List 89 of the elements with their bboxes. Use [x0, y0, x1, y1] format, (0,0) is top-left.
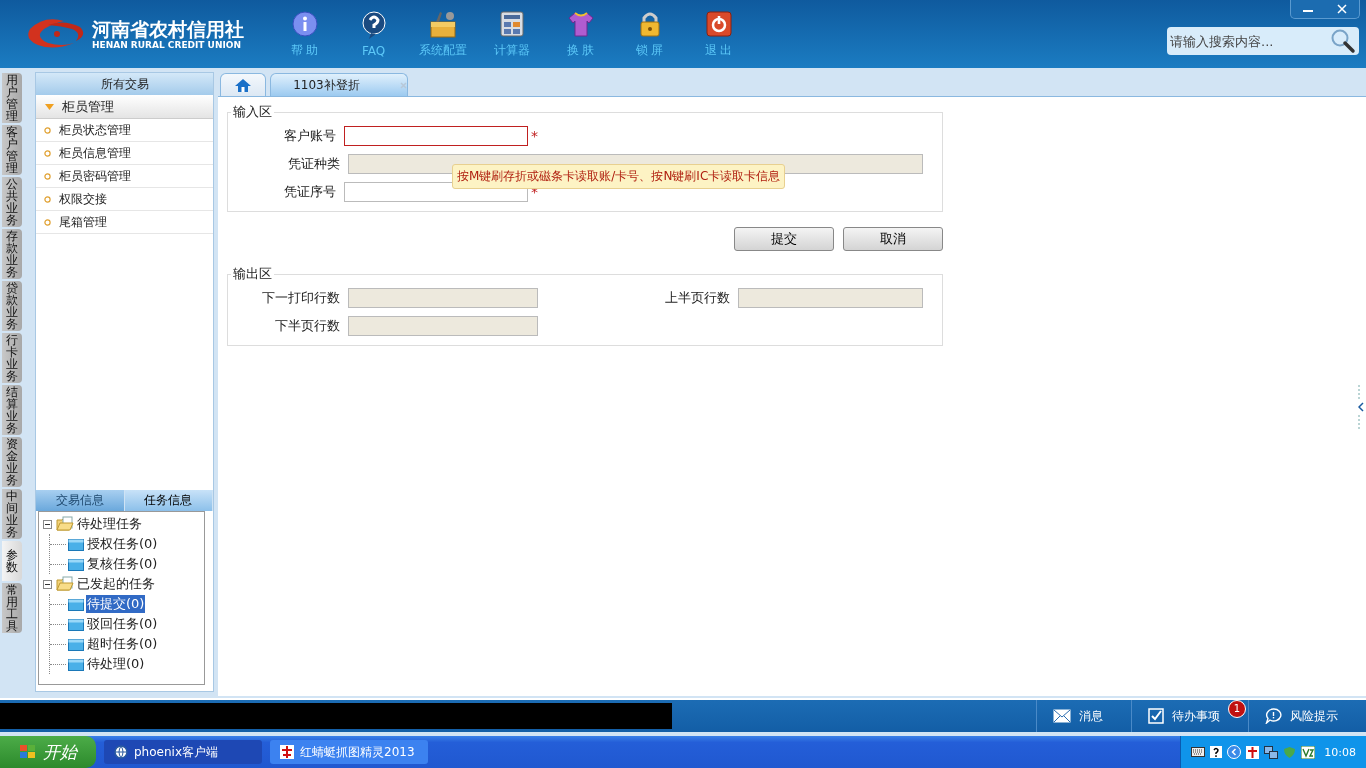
- menu-item[interactable]: 尾箱管理: [59, 213, 107, 231]
- tree-item[interactable]: 待处理(0): [86, 655, 146, 673]
- clock: 10:08: [1324, 745, 1356, 759]
- status-button[interactable]: 待办事项 1: [1131, 700, 1248, 732]
- side-tab[interactable]: 资金业务: [2, 437, 22, 487]
- side-tab[interactable]: 常用工具: [2, 583, 22, 633]
- menu-group[interactable]: 柜员管理: [36, 95, 213, 119]
- panel-tab[interactable]: 任务信息: [124, 490, 213, 511]
- folder-icon: [68, 537, 84, 551]
- tooltip: 按M键刷存折或磁条卡读取账/卡号、按N键刷IC卡读取卡信息: [452, 164, 786, 189]
- count-badge: 1: [1228, 700, 1246, 718]
- envelope-icon: [1053, 709, 1071, 723]
- home-tab[interactable]: [220, 73, 266, 96]
- app-icon[interactable]: [1246, 745, 1260, 759]
- status-button[interactable]: 风险提示: [1248, 700, 1366, 732]
- help-icon[interactable]: [1210, 746, 1223, 758]
- field-label: 下一打印行数: [261, 289, 341, 307]
- windows-logo-icon: [19, 744, 37, 760]
- tree-item[interactable]: 已发起的任务: [76, 575, 156, 593]
- menu-group-label: 柜员管理: [62, 97, 114, 116]
- tree-item[interactable]: 驳回任务(0): [86, 615, 159, 633]
- bullet-icon: [44, 149, 51, 157]
- speech-bubble-icon: [1265, 708, 1282, 724]
- field-label: 客户账号: [283, 127, 338, 145]
- form-button[interactable]: 取消: [843, 227, 943, 251]
- taskbar-item[interactable]: phoenix客户端: [104, 740, 262, 764]
- side-tab[interactable]: 中间业务: [2, 489, 22, 539]
- bullet-icon: [44, 218, 51, 226]
- tray-app-icon[interactable]: [1301, 745, 1316, 759]
- bullet-icon: [44, 126, 51, 134]
- side-tab[interactable]: 贷款业务: [2, 281, 22, 331]
- folder-icon: [68, 597, 84, 611]
- side-tab[interactable]: 参数: [2, 541, 22, 581]
- info-icon: [290, 9, 319, 38]
- section-title: 输出区: [232, 265, 273, 283]
- tree-item[interactable]: 授权任务(0): [86, 535, 159, 553]
- side-tab[interactable]: 公共业务: [2, 177, 22, 227]
- side-tab[interactable]: 结算业务: [2, 385, 22, 435]
- field-label: 凭证序号: [283, 183, 338, 201]
- checkbox-icon: [1148, 708, 1164, 724]
- panel-tab[interactable]: 交易信息: [36, 490, 125, 511]
- network-icon[interactable]: [1264, 745, 1279, 759]
- field-label: 上半页行数: [663, 289, 731, 307]
- side-tab[interactable]: 用户管理: [2, 73, 22, 123]
- tree-item[interactable]: 复核任务(0): [86, 555, 159, 573]
- menu-item[interactable]: 柜员状态管理: [59, 121, 131, 139]
- collapse-icon[interactable]: [43, 519, 52, 529]
- logo-subtitle: HENAN RURAL CREDIT UNION: [92, 40, 242, 50]
- open-folder-icon: [56, 576, 74, 592]
- start-button[interactable]: 开始: [0, 736, 96, 768]
- toolbox-icon: [427, 9, 458, 38]
- side-tab[interactable]: 客户管理: [2, 125, 22, 175]
- tree-item[interactable]: 待提交(0): [86, 595, 146, 613]
- field-label: 凭证种类: [287, 155, 341, 173]
- logo-title: 河南省农村信用社: [92, 18, 244, 40]
- required-mark: *: [531, 128, 538, 144]
- field-label: 下半页行数: [274, 317, 341, 335]
- search-field[interactable]: 请输入搜索内容...: [1167, 27, 1359, 55]
- tab-label: 1103补登折: [293, 76, 360, 94]
- page-tab[interactable]: 1103补登折: [270, 73, 408, 96]
- open-folder-icon: [56, 516, 74, 532]
- collapse-handle-icon[interactable]: [1358, 385, 1364, 429]
- bullet-icon: [44, 172, 51, 180]
- folder-icon: [68, 637, 84, 651]
- form-button[interactable]: 提交: [734, 227, 834, 251]
- side-tab[interactable]: 行卡业务: [2, 333, 22, 383]
- taskbar-item[interactable]: 红蜻蜓抓图精灵2013: [270, 740, 428, 764]
- home-icon: [234, 77, 252, 93]
- side-tab[interactable]: 存款业务: [2, 229, 22, 279]
- folder-icon: [68, 617, 84, 631]
- menu-item[interactable]: 权限交接: [59, 190, 107, 208]
- globe-icon: [114, 745, 128, 759]
- menu-item[interactable]: 柜员信息管理: [59, 144, 131, 162]
- folder-icon: [68, 557, 84, 571]
- app-icon: [280, 745, 294, 759]
- menu-item[interactable]: 柜员密码管理: [59, 167, 131, 185]
- tree-item[interactable]: 超时任务(0): [86, 635, 159, 653]
- input-field[interactable]: [344, 126, 528, 146]
- folder-icon: [68, 657, 84, 671]
- panel-header: 所有交易: [36, 73, 213, 95]
- status-button[interactable]: 消息: [1036, 700, 1131, 732]
- calculator-icon: [498, 9, 525, 38]
- collapse-icon[interactable]: [43, 579, 52, 589]
- search-icon[interactable]: [1330, 28, 1356, 54]
- bullet-icon: [44, 195, 51, 203]
- tree-item[interactable]: 待处理任务: [76, 515, 143, 533]
- keyboard-icon[interactable]: [1191, 747, 1206, 757]
- power-icon: [704, 9, 733, 38]
- section-title: 输入区: [232, 103, 273, 121]
